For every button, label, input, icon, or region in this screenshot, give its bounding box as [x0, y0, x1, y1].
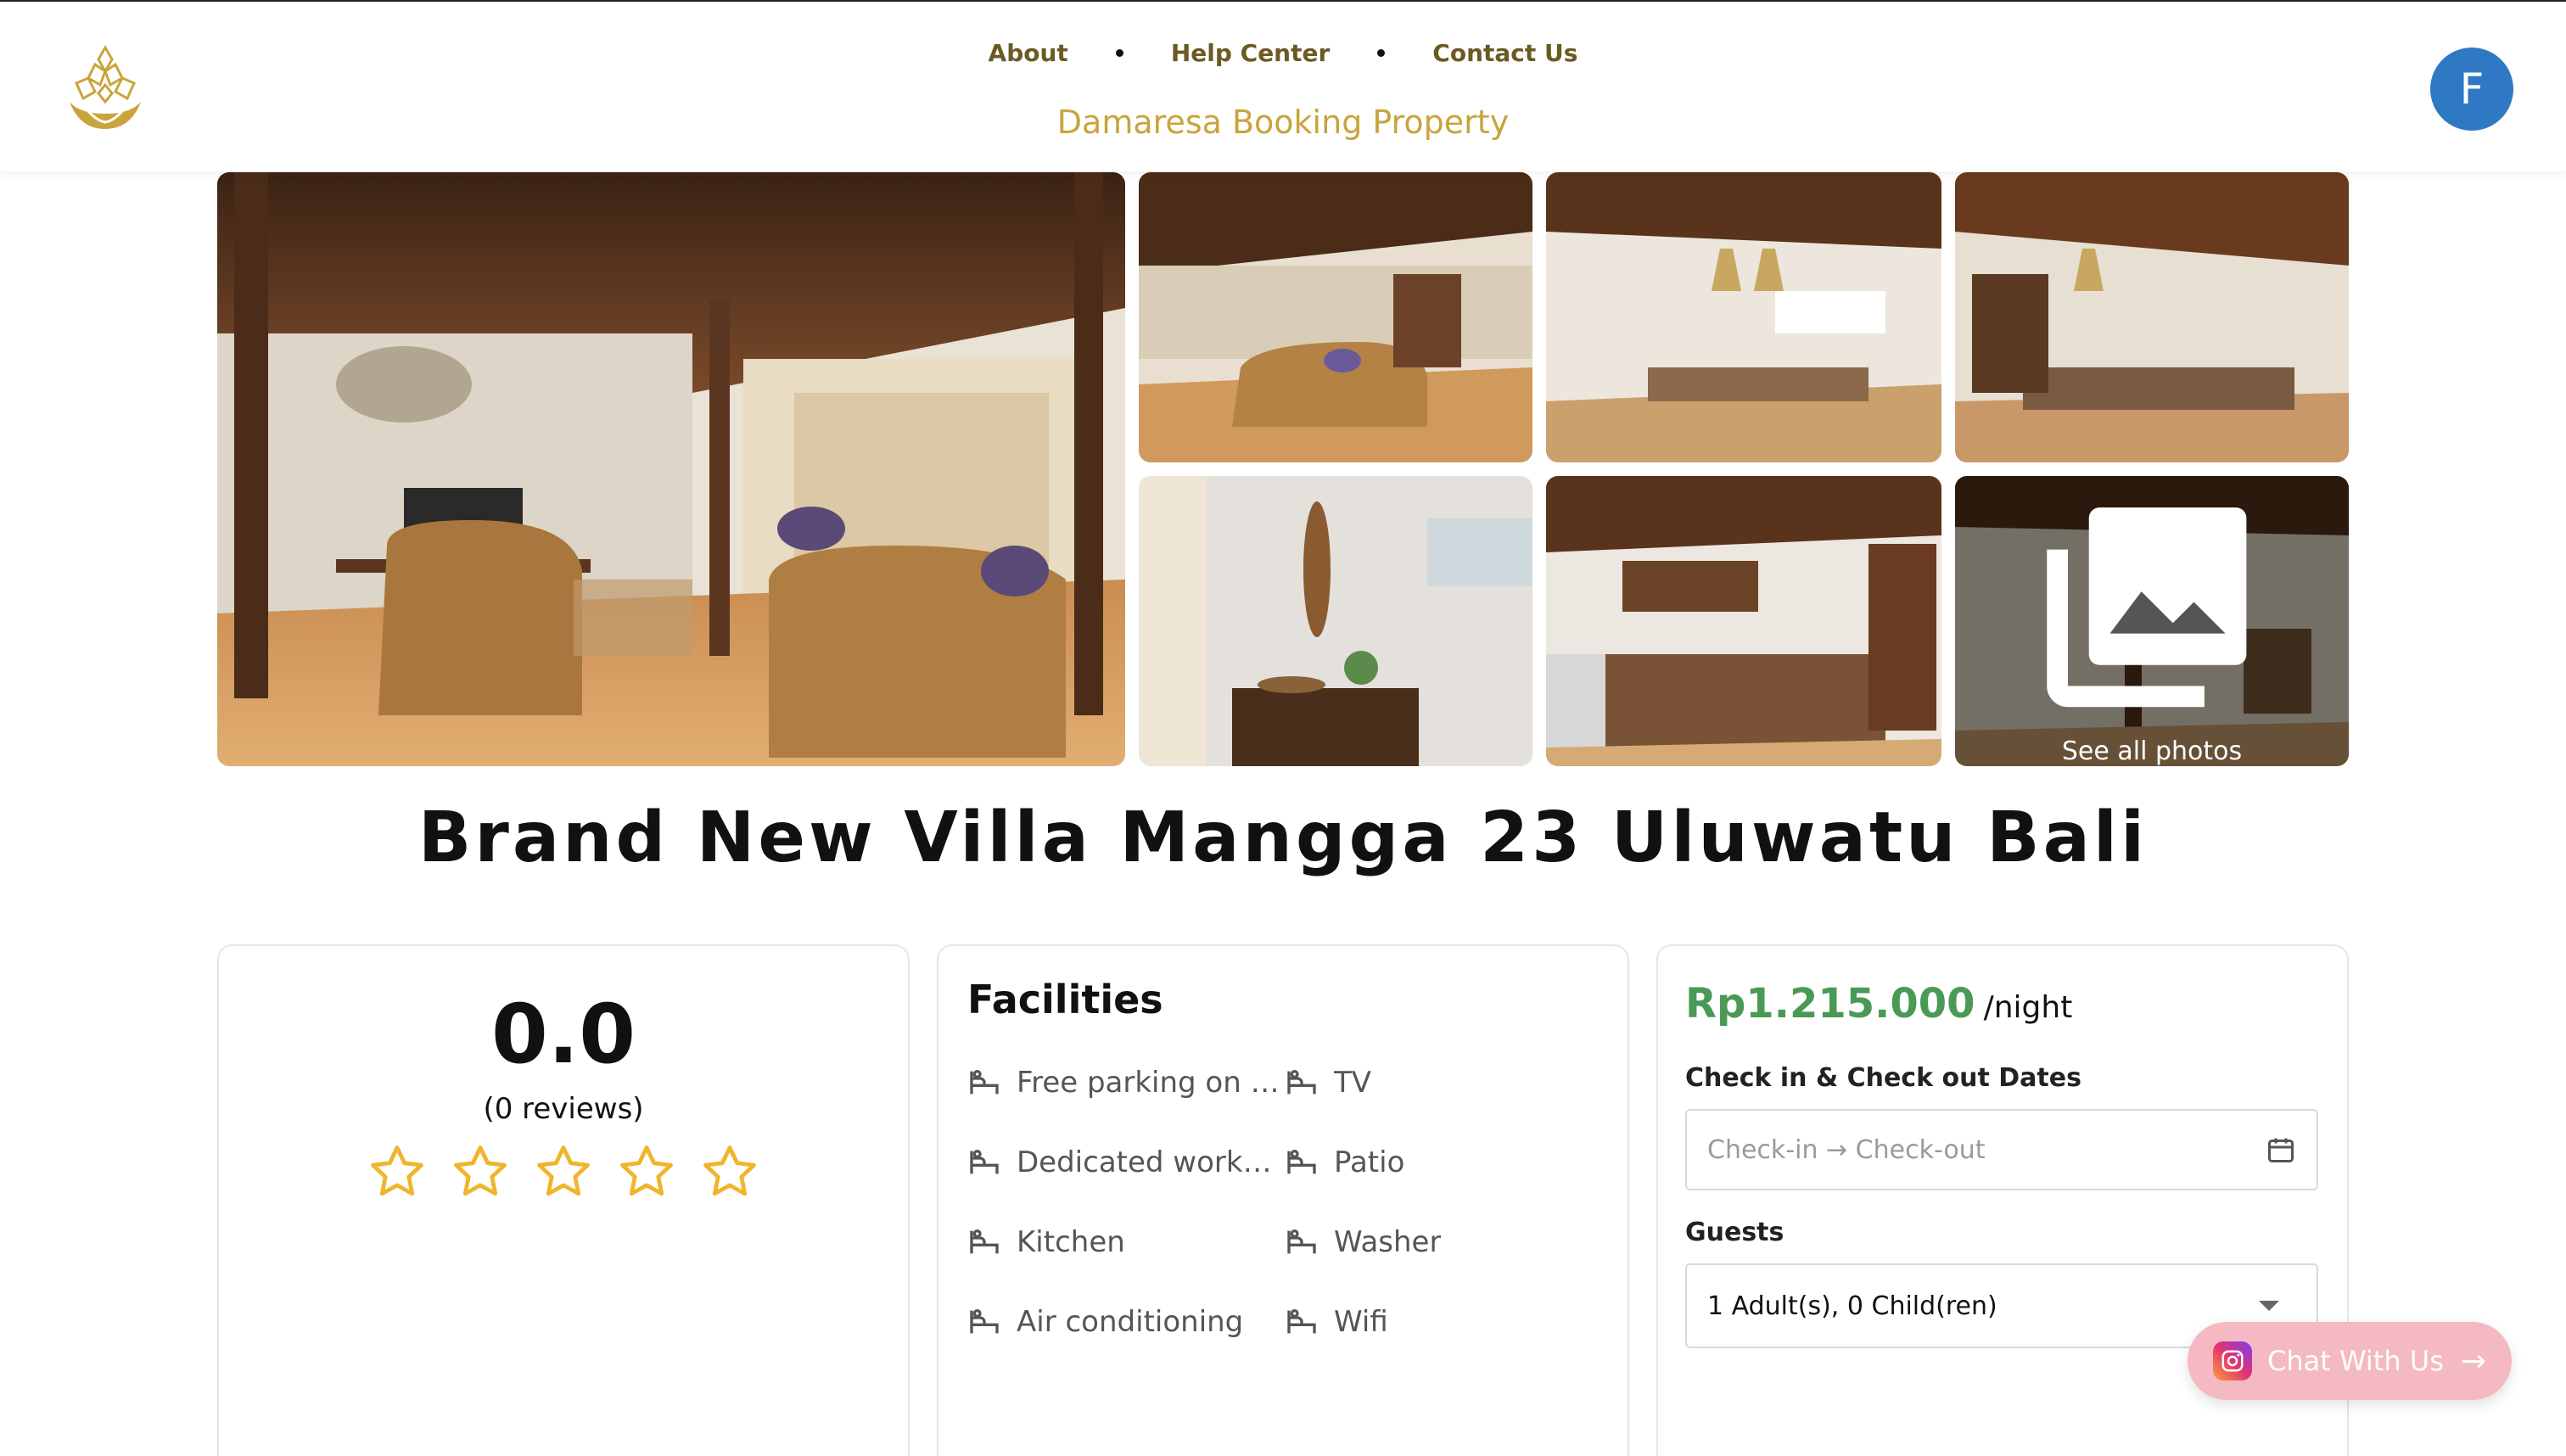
- star-icon[interactable]: [367, 1141, 428, 1202]
- see-all-photos-label: See all photos: [2061, 736, 2243, 766]
- facility-label: Patio: [1334, 1145, 1405, 1179]
- nav-separator: [1377, 49, 1386, 57]
- date-range-placeholder: Check-in → Check-out: [1707, 1134, 1986, 1165]
- bed-icon: [1287, 1070, 1316, 1095]
- review-count: (0 reviews): [483, 1092, 644, 1126]
- listing-title: Brand New Villa Mangga 23 Uluwatu Bali: [417, 798, 2149, 878]
- facility-label: Dedicated workspace: [1017, 1145, 1281, 1179]
- site-header: About Help Center Contact Us Damaresa Bo…: [0, 2, 2566, 171]
- price-block: Rp1.215.000 /night: [1685, 980, 2072, 1028]
- facilities-card: Facilities Free parking on premises TV D…: [937, 944, 1629, 1456]
- star-icon[interactable]: [533, 1141, 594, 1202]
- nav-separator: [1115, 49, 1123, 57]
- gallery-photo-see-all[interactable]: See all photos: [1955, 476, 2349, 766]
- guests-label: Guests: [1685, 1218, 1784, 1247]
- facility-item: Air conditioning: [967, 1301, 1281, 1343]
- calendar-icon[interactable]: [2266, 1134, 2296, 1165]
- facility-label: Air conditioning: [1017, 1305, 1244, 1339]
- gallery-photo-main[interactable]: [217, 172, 1125, 766]
- facility-label: Free parking on premises: [1017, 1066, 1281, 1100]
- facility-item: Patio: [1285, 1141, 1590, 1184]
- star-icon[interactable]: [699, 1141, 760, 1202]
- star-icon[interactable]: [450, 1141, 511, 1202]
- facilities-heading: Facilities: [967, 977, 1163, 1022]
- gallery-photo-4[interactable]: [1955, 172, 2349, 462]
- rating-card: 0.0 (0 reviews): [217, 944, 910, 1456]
- bed-icon: [970, 1150, 999, 1174]
- facility-label: Kitchen: [1017, 1225, 1125, 1259]
- facility-item: Washer: [1285, 1221, 1590, 1263]
- see-all-photos-overlay[interactable]: See all photos: [1955, 476, 2349, 766]
- bed-icon: [1287, 1309, 1316, 1334]
- facility-item: Wifi: [1285, 1301, 1590, 1343]
- chat-with-us-button[interactable]: Chat With Us →: [2188, 1322, 2512, 1400]
- nav-help-center-link[interactable]: Help Center: [1171, 39, 1330, 67]
- star-rating: [219, 1141, 908, 1202]
- nav-contact-us-link[interactable]: Contact Us: [1432, 39, 1577, 67]
- bed-icon: [970, 1229, 999, 1254]
- photo-library-icon: [2047, 507, 2247, 708]
- facility-label: TV: [1334, 1066, 1372, 1100]
- nav-about-link[interactable]: About: [989, 39, 1068, 67]
- price-unit: /night: [1983, 990, 2073, 1025]
- bed-icon: [970, 1309, 999, 1334]
- facility-item: TV: [1285, 1061, 1590, 1104]
- user-avatar[interactable]: F: [2430, 48, 2513, 131]
- guests-value: 1 Adult(s), 0 Child(ren): [1707, 1291, 1997, 1321]
- chat-label: Chat With Us: [2267, 1345, 2444, 1377]
- instagram-icon: [2213, 1341, 2252, 1380]
- arrow-right-icon: →: [2460, 1343, 2486, 1379]
- gallery-photo-5[interactable]: [1139, 476, 1532, 766]
- facility-item: Dedicated workspace: [967, 1141, 1281, 1184]
- bed-icon: [1287, 1150, 1316, 1174]
- bed-icon: [1287, 1229, 1316, 1254]
- chevron-down-icon: [2259, 1301, 2279, 1311]
- photo-gallery: See all photos: [217, 172, 2349, 766]
- rating-score: 0.0: [490, 987, 636, 1082]
- facility-item: Kitchen: [967, 1221, 1281, 1263]
- facility-label: Wifi: [1334, 1305, 1388, 1339]
- price-amount: Rp1.215.000: [1685, 980, 1975, 1028]
- star-icon[interactable]: [616, 1141, 677, 1202]
- dates-label: Check in & Check out Dates: [1685, 1063, 2081, 1093]
- facility-label: Washer: [1334, 1225, 1442, 1259]
- gallery-photo-3[interactable]: [1546, 172, 1941, 462]
- gallery-photo-6[interactable]: [1546, 476, 1941, 766]
- facility-item: Free parking on premises: [967, 1061, 1281, 1104]
- bed-icon: [970, 1070, 999, 1095]
- brand-name: Damaresa Booking Property: [1056, 104, 1510, 141]
- gallery-photo-2[interactable]: [1139, 172, 1532, 462]
- date-range-input[interactable]: Check-in → Check-out: [1685, 1109, 2318, 1190]
- top-nav: About Help Center Contact Us: [0, 39, 2566, 67]
